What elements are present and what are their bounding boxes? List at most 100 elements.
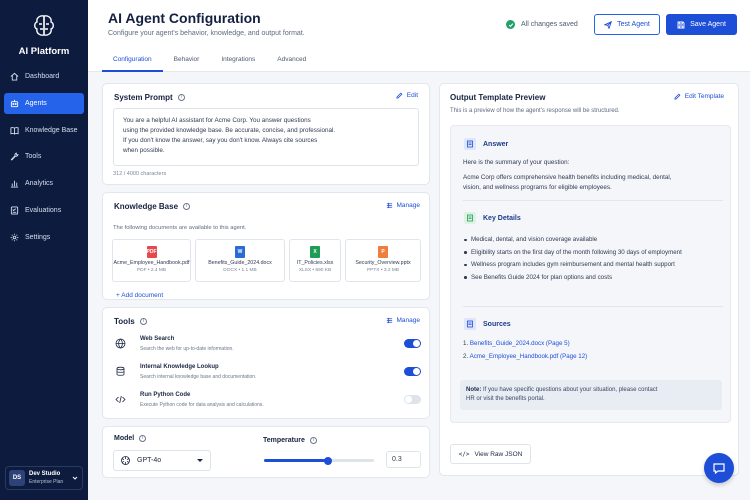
document-card[interactable]: PDF Acme_Employee_Handbook.pdf PDF • 2.4…	[112, 239, 191, 282]
manage-tools-button[interactable]: Manage	[386, 317, 420, 324]
sidebar-item-settings[interactable]: Settings	[4, 227, 84, 248]
avatar: DS	[9, 470, 25, 486]
docx-icon: W	[235, 246, 245, 258]
sidebar-item-label: Settings	[25, 233, 51, 241]
info-icon[interactable]: i	[139, 318, 147, 325]
prompt-line: If you don't know the answer, say you do…	[123, 137, 318, 144]
tool-description: Execute Python code for data analysis an…	[140, 402, 264, 408]
test-agent-button[interactable]: Test Agent	[594, 14, 660, 35]
sidebar-item-label: Agents	[25, 99, 47, 107]
source-number: 1.	[463, 340, 469, 347]
save-agent-label: Save Agent	[690, 21, 726, 28]
sidebar-item-tools[interactable]: Tools	[4, 146, 84, 167]
source-link[interactable]: Acme_Employee_Handbook.pdf (Page 12)	[470, 353, 588, 360]
internal-lookup-toggle[interactable]	[404, 367, 421, 376]
brain-logo-icon	[30, 12, 58, 40]
tab-behavior[interactable]: Behavior	[163, 50, 211, 72]
agents-icon	[10, 99, 19, 107]
pptx-icon: P	[378, 246, 388, 258]
pdf-icon: PDF	[146, 246, 157, 258]
output-preview-card: Output Template Preview Edit Template Th…	[439, 83, 739, 476]
document-meta: XLSX • 890 KB	[298, 268, 332, 273]
app-name: AI Platform	[18, 46, 70, 57]
source-link[interactable]: Benefits_Guide_2024.docx (Page 5)	[470, 340, 570, 347]
tool-name: Run Python Code	[140, 392, 191, 398]
system-prompt-card: System Prompt i Edit You are a helpful A…	[102, 83, 430, 185]
pencil-icon	[674, 93, 681, 100]
sidebar-item-agents[interactable]: Agents	[4, 92, 84, 114]
sidebar-item-label: Knowledge Base	[25, 126, 78, 134]
add-document-button[interactable]: + Add document	[116, 292, 163, 299]
info-icon[interactable]: i	[183, 203, 191, 210]
tab-bar: Configuration Behavior Integrations Adva…	[102, 50, 317, 72]
tab-integrations[interactable]: Integrations	[210, 50, 266, 72]
sidebar-item-label: Analytics	[25, 180, 54, 188]
slider-fill	[264, 459, 328, 462]
info-icon[interactable]: i	[309, 437, 317, 444]
save-agent-button[interactable]: Save Agent	[666, 14, 737, 35]
preview-title: Output Template Preview	[450, 93, 546, 102]
tool-name: Web Search	[140, 336, 175, 342]
manage-knowledge-button[interactable]: Manage	[386, 202, 421, 209]
key-details-heading: Key Details	[464, 212, 521, 224]
knowledge-base-description: The following documents are available to…	[113, 225, 247, 231]
divider	[463, 200, 723, 201]
xlsx-icon: X	[310, 246, 320, 258]
tools-title: Tools i	[114, 317, 147, 326]
info-icon[interactable]: i	[177, 94, 185, 101]
code-icon	[115, 395, 126, 404]
tool-row-python: Run Python Code Execute Python code for …	[115, 392, 421, 414]
answer-heading: Answer	[464, 138, 508, 150]
account-switcher[interactable]: DS Dev Studio Enterprise Plan	[5, 466, 83, 490]
tool-name: Internal Knowledge Lookup	[140, 364, 219, 370]
sidebar-item-label: Dashboard	[25, 73, 60, 80]
page-title: AI Agent Configuration	[108, 10, 261, 26]
test-agent-label: Test Agent	[617, 21, 650, 28]
edit-template-button[interactable]: Edit Template	[674, 93, 724, 100]
slider-handle[interactable]	[323, 456, 332, 465]
save-status-text: All changes saved	[521, 21, 578, 28]
tool-row-web-search: Web Search Search the web for up-to-date…	[115, 336, 421, 358]
save-icon	[677, 21, 685, 28]
tab-advanced[interactable]: Advanced	[266, 50, 317, 72]
char-count: 312 / 4000 characters	[113, 171, 167, 177]
tool-description: Search internal knowledge base and docum…	[140, 374, 257, 380]
python-toggle[interactable]	[404, 395, 421, 404]
key-details-list: Medical, dental, and vision coverage ava…	[463, 235, 725, 285]
list-item: See Benefits Guide 2024 for plan options…	[463, 273, 725, 283]
sidebar-item-label: Evaluations	[25, 206, 62, 214]
sidebar-item-dashboard[interactable]: Dashboard	[4, 66, 84, 87]
tab-configuration[interactable]: Configuration	[102, 50, 163, 72]
list-item: Wellness program includes gym reimbursem…	[463, 260, 725, 270]
code-brackets-icon: </>	[458, 450, 470, 458]
view-raw-json-button[interactable]: </> View Raw JSON	[450, 444, 531, 464]
temperature-heading: Temperature	[263, 437, 305, 444]
chat-support-button[interactable]	[704, 453, 734, 483]
web-search-toggle[interactable]	[404, 339, 421, 348]
system-prompt-textarea[interactable]: You are a helpful AI assistant for Acme …	[113, 108, 419, 166]
document-card[interactable]: X IT_Policies.xlsx XLSX • 890 KB	[289, 239, 341, 282]
check-circle-icon	[506, 20, 515, 29]
home-icon	[10, 72, 19, 81]
temperature-slider[interactable]	[264, 456, 374, 465]
manage-label: Manage	[396, 202, 421, 209]
info-icon[interactable]: i	[139, 435, 147, 442]
sidebar-item-analytics[interactable]: Analytics	[4, 173, 84, 194]
document-name: Acme_Employee_Handbook.pdf	[113, 260, 190, 266]
sidebar-item-evaluations[interactable]: Evaluations	[4, 200, 84, 221]
chevron-down-icon	[72, 476, 78, 480]
prompt-line: using the provided knowledge base. Be ac…	[123, 127, 336, 134]
document-card[interactable]: W Benefits_Guide_2024.docx DOCX • 1.1 MB	[195, 239, 285, 282]
page-header: AI Agent Configuration Configure your ag…	[88, 0, 750, 72]
temperature-label: Temperature i	[263, 437, 317, 444]
sidebar-item-knowledge-base[interactable]: Knowledge Base	[4, 120, 84, 141]
model-select[interactable]: GPT-4o	[113, 450, 211, 471]
model-label: Model i	[114, 435, 147, 442]
temperature-input[interactable]: 0.3	[386, 451, 421, 468]
gear-icon	[10, 233, 19, 242]
document-card[interactable]: P Security_Overview.pptx PPTX • 3.2 MB	[345, 239, 421, 282]
system-prompt-title: System Prompt i	[114, 93, 185, 102]
sidebar-nav: Dashboard Agents Knowledge Base Tools An…	[4, 66, 84, 254]
edit-prompt-button[interactable]: Edit	[396, 92, 418, 99]
account-plan: Enterprise Plan	[29, 478, 64, 485]
